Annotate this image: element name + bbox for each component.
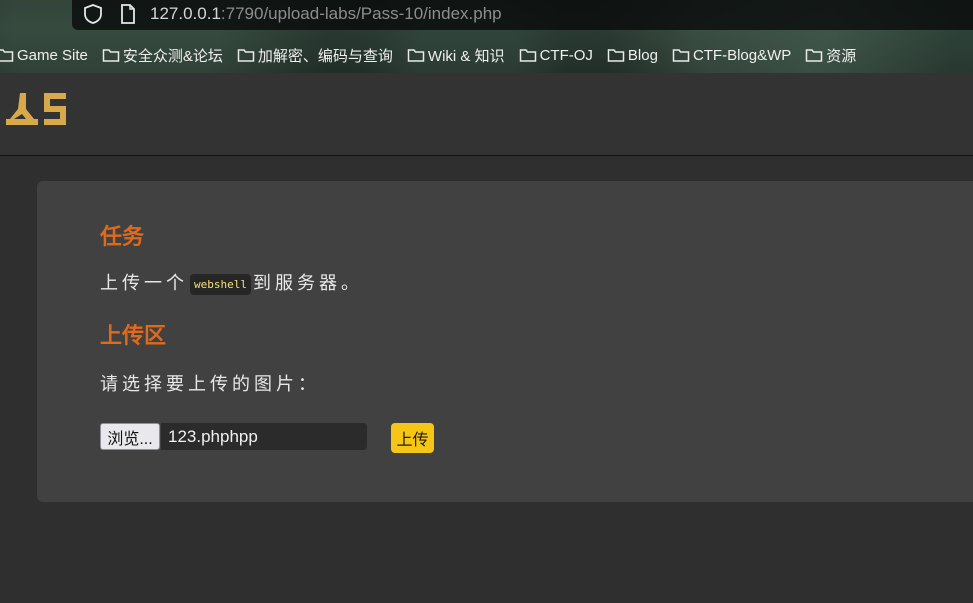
upload-prompt: 请选择要上传的图片： bbox=[100, 374, 320, 395]
bookmark-resources[interactable]: 资源 bbox=[805, 45, 856, 66]
bookmark-game-site[interactable]: Game Site bbox=[0, 47, 88, 64]
webshell-code: webshell bbox=[190, 273, 251, 295]
bookmarks-bar: Game Site 安全众测&论坛 加解密、编码与查询 Wiki & 知识 CT… bbox=[0, 42, 870, 68]
task-text-before: 上传一个 bbox=[100, 273, 188, 294]
bookmark-crypto-encoding[interactable]: 加解密、编码与查询 bbox=[237, 45, 393, 66]
site-header bbox=[0, 73, 973, 156]
bookmark-ctf-oj[interactable]: CTF-OJ bbox=[519, 47, 593, 64]
bookmark-ctf-blog-wp[interactable]: CTF-Blog&WP bbox=[672, 47, 791, 64]
bookmark-label: CTF-OJ bbox=[539, 46, 593, 64]
bookmark-label: Wiki & 知识 bbox=[427, 47, 505, 65]
folder-icon bbox=[102, 49, 120, 62]
folder-icon bbox=[519, 49, 536, 62]
folder-icon bbox=[806, 49, 823, 62]
upload-heading: 上传区 bbox=[100, 324, 167, 349]
folder-icon bbox=[0, 49, 14, 62]
browser-chrome: 127.0.0.1:7790/upload-labs/Pass-10/index… bbox=[0, 0, 973, 73]
folder-icon bbox=[607, 49, 625, 62]
bookmark-label: Blog bbox=[627, 46, 658, 64]
bookmark-label: CTF-Blog&WP bbox=[692, 46, 792, 64]
url-text[interactable]: 127.0.0.1:7790/upload-labs/Pass-10/index… bbox=[150, 4, 502, 24]
bookmark-security-forum[interactable]: 安全众测&论坛 bbox=[102, 45, 223, 66]
task-description: 上传一个 webshell 到服务器。 bbox=[100, 269, 363, 295]
bookmark-wiki[interactable]: Wiki & 知识 bbox=[407, 45, 505, 66]
shield-icon[interactable] bbox=[82, 3, 104, 25]
upload-button[interactable]: 上传 bbox=[391, 423, 434, 453]
folder-icon bbox=[672, 49, 690, 62]
task-text-after: 到服务器。 bbox=[252, 273, 363, 294]
folder-icon bbox=[237, 49, 255, 62]
browse-button[interactable]: 浏览... bbox=[100, 423, 160, 450]
bookmark-blog[interactable]: Blog bbox=[607, 47, 658, 64]
folder-icon bbox=[407, 49, 425, 62]
bookmark-label: 资源 bbox=[826, 47, 857, 65]
url-host: 127.0.0.1 bbox=[150, 4, 221, 23]
url-path: :7790/upload-labs/Pass-10/index.php bbox=[220, 4, 502, 23]
bookmark-label: 安全众测&论坛 bbox=[122, 47, 223, 65]
main-panel bbox=[37, 181, 973, 502]
task-heading: 任务 bbox=[100, 225, 145, 250]
file-input[interactable]: 123.phphpp bbox=[161, 423, 367, 450]
site-logo[interactable] bbox=[4, 91, 68, 129]
bookmark-label: 加解密、编码与查询 bbox=[257, 47, 393, 65]
page-icon[interactable] bbox=[118, 3, 138, 25]
bookmark-label: Game Site bbox=[17, 46, 88, 64]
